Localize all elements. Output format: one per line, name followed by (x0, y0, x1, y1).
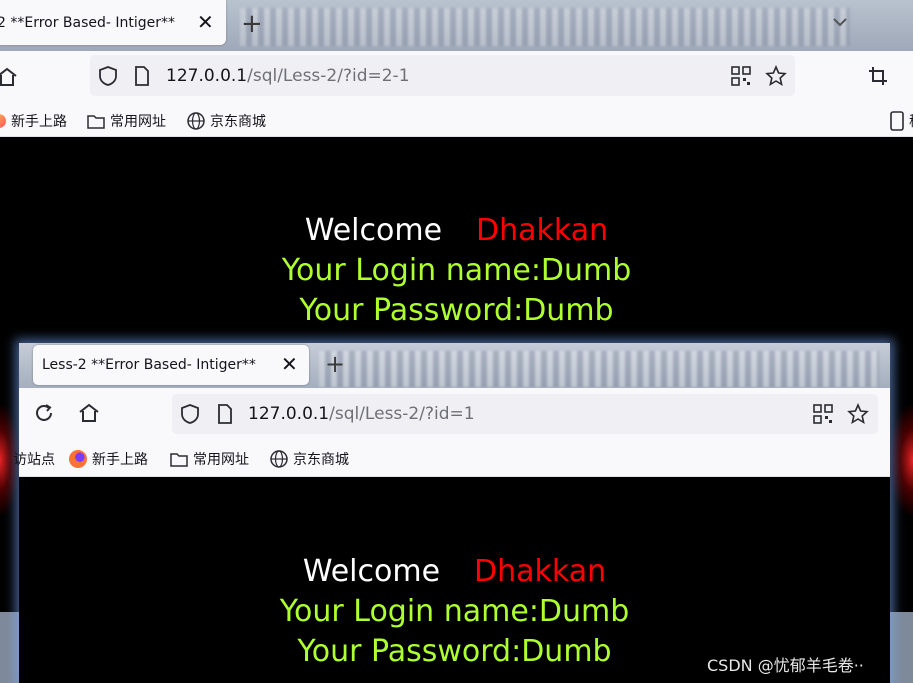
back-url-text: 127.0.0.1/sql/Less-2/?id=2-1 (166, 66, 410, 86)
new-tab-icon[interactable]: + (325, 350, 345, 378)
back-nav-toolbar: 127.0.0.1/sql/Less-2/?id=2-1 (0, 51, 913, 103)
decorative-glow (890, 405, 913, 515)
bookmark-item[interactable]: 访站点 (13, 449, 55, 469)
welcome-text: Welcome (304, 213, 443, 248)
shield-icon[interactable] (180, 403, 200, 425)
qr-code-icon[interactable] (813, 404, 833, 424)
taskbar-fragment (0, 612, 19, 683)
welcome-text: Welcome (302, 554, 441, 589)
front-url-bar[interactable]: 127.0.0.1/sql/Less-2/?id=1 (172, 394, 878, 434)
bookmark-label: 京东商城 (293, 452, 349, 468)
front-url-text: 127.0.0.1/sql/Less-2/?id=1 (248, 404, 475, 424)
user-name-text: Dhakkan (474, 554, 607, 589)
star-icon[interactable] (765, 65, 787, 87)
close-icon[interactable]: ✕ (197, 12, 214, 32)
folder-icon (170, 452, 188, 467)
blurred-background (319, 351, 879, 387)
crop-icon[interactable] (868, 66, 888, 86)
front-login-name-line: Your Login name:Dumb (279, 594, 630, 629)
page-icon (135, 66, 149, 86)
back-password-line: Your Password:Dumb (299, 293, 614, 328)
bookmark-label: 常用网址 (110, 114, 166, 130)
watermark-text: CSDN @忧郁羊毛卷·· (707, 656, 864, 675)
bookmark-item[interactable]: 常用网址 (170, 449, 249, 469)
bookmark-item[interactable]: 常用网址 (87, 111, 166, 131)
front-nav-toolbar: 127.0.0.1/sql/Less-2/?id=1 (19, 388, 890, 440)
home-icon[interactable] (78, 402, 100, 424)
bookmark-item[interactable]: 京东商城 (270, 449, 349, 469)
back-tab-strip: 2 **Error Based- Intiger** ✕ + (0, 0, 913, 51)
blurred-background (240, 8, 850, 46)
bookmark-label: 常用网址 (193, 452, 249, 468)
bookmark-item[interactable]: 新手上路 (0, 111, 67, 131)
bookmark-label: 新手上路 (11, 114, 67, 130)
new-tab-icon[interactable]: + (241, 9, 263, 39)
globe-icon (187, 112, 205, 130)
qr-code-icon[interactable] (731, 66, 751, 86)
bookmark-label: 访站点 (13, 452, 55, 468)
back-tab-title: 2 **Error Based- Intiger** (0, 15, 176, 31)
bookmark-label: 京东商城 (210, 114, 266, 130)
globe-icon (270, 450, 288, 468)
back-url-bar[interactable]: 127.0.0.1/sql/Less-2/?id=2-1 (90, 55, 795, 96)
shield-icon[interactable] (98, 65, 118, 87)
bookmark-item[interactable]: 京东商城 (187, 111, 266, 131)
bookmark-label: 移 (909, 111, 913, 131)
front-tab-title: Less-2 **Error Based- Intiger** (42, 357, 256, 373)
front-browser-window: Less-2 **Error Based- Intiger** ✕ + 127.… (13, 343, 890, 683)
back-bookmarks-bar: 新手上路 常用网址 京东商城 移 (0, 103, 913, 137)
star-icon[interactable] (847, 403, 869, 425)
front-tab-strip: Less-2 **Error Based- Intiger** ✕ + (19, 343, 890, 388)
back-welcome-line: Welcome Dhakkan (0, 213, 913, 248)
bookmark-item[interactable]: 新手上路 (69, 449, 148, 469)
chevron-down-icon[interactable] (830, 12, 850, 32)
close-icon[interactable]: ✕ (281, 354, 298, 374)
front-bookmarks-bar: 访站点 新手上路 常用网址 京东商城 (13, 440, 890, 477)
back-login-name-line: Your Login name:Dumb (281, 253, 632, 288)
back-active-tab[interactable]: 2 **Error Based- Intiger** ✕ (0, 0, 226, 45)
reload-icon[interactable] (34, 403, 54, 423)
user-name-text: Dhakkan (476, 213, 609, 248)
bookmark-label: 新手上路 (92, 452, 148, 468)
folder-icon (87, 114, 105, 129)
bookmark-item[interactable]: 移 (890, 111, 913, 131)
taskbar-fragment (890, 612, 913, 683)
firefox-icon (0, 114, 6, 128)
front-welcome-line: Welcome Dhakkan (19, 554, 890, 589)
mobile-icon (890, 111, 904, 131)
page-icon (218, 404, 232, 424)
home-icon[interactable] (0, 66, 18, 88)
firefox-icon (69, 450, 87, 468)
front-active-tab[interactable]: Less-2 **Error Based- Intiger** ✕ (33, 345, 309, 385)
